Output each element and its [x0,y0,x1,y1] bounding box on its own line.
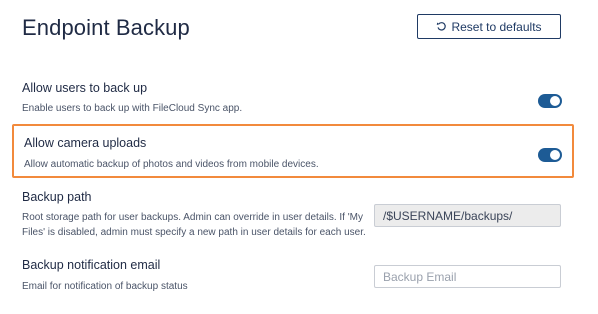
allow-backup-toggle[interactable] [538,94,562,108]
toggle-knob [550,96,560,106]
toggle-knob [550,150,560,160]
allow-backup-description: Enable users to back up with FileCloud S… [22,103,243,114]
setting-allow-camera: Allow camera uploads Allow automatic bac… [12,124,574,178]
backup-path-description-line2: Files' is disabled, admin must specify a… [22,227,366,238]
reset-icon [436,21,447,32]
allow-camera-label: Allow camera uploads [24,136,147,150]
backup-path-description-line1: Root storage path for user backups. Admi… [22,212,363,223]
reset-to-defaults-button[interactable]: Reset to defaults [417,14,561,39]
backup-path-field[interactable] [374,204,561,227]
notification-email-description: Email for notification of backup status [22,281,188,292]
reset-button-label: Reset to defaults [451,19,542,34]
backup-path-description: Root storage path for user backups. Admi… [22,210,366,240]
page-title: Endpoint Backup [22,15,190,40]
allow-camera-toggle[interactable] [538,148,562,162]
allow-camera-description: Allow automatic backup of photos and vid… [24,159,319,170]
backup-path-label: Backup path [22,190,92,204]
allow-backup-label: Allow users to back up [22,81,148,95]
setting-allow-backup: Allow users to back up Enable users to b… [12,76,574,126]
notification-email-label: Backup notification email [22,258,161,272]
notification-email-field[interactable] [374,265,561,288]
